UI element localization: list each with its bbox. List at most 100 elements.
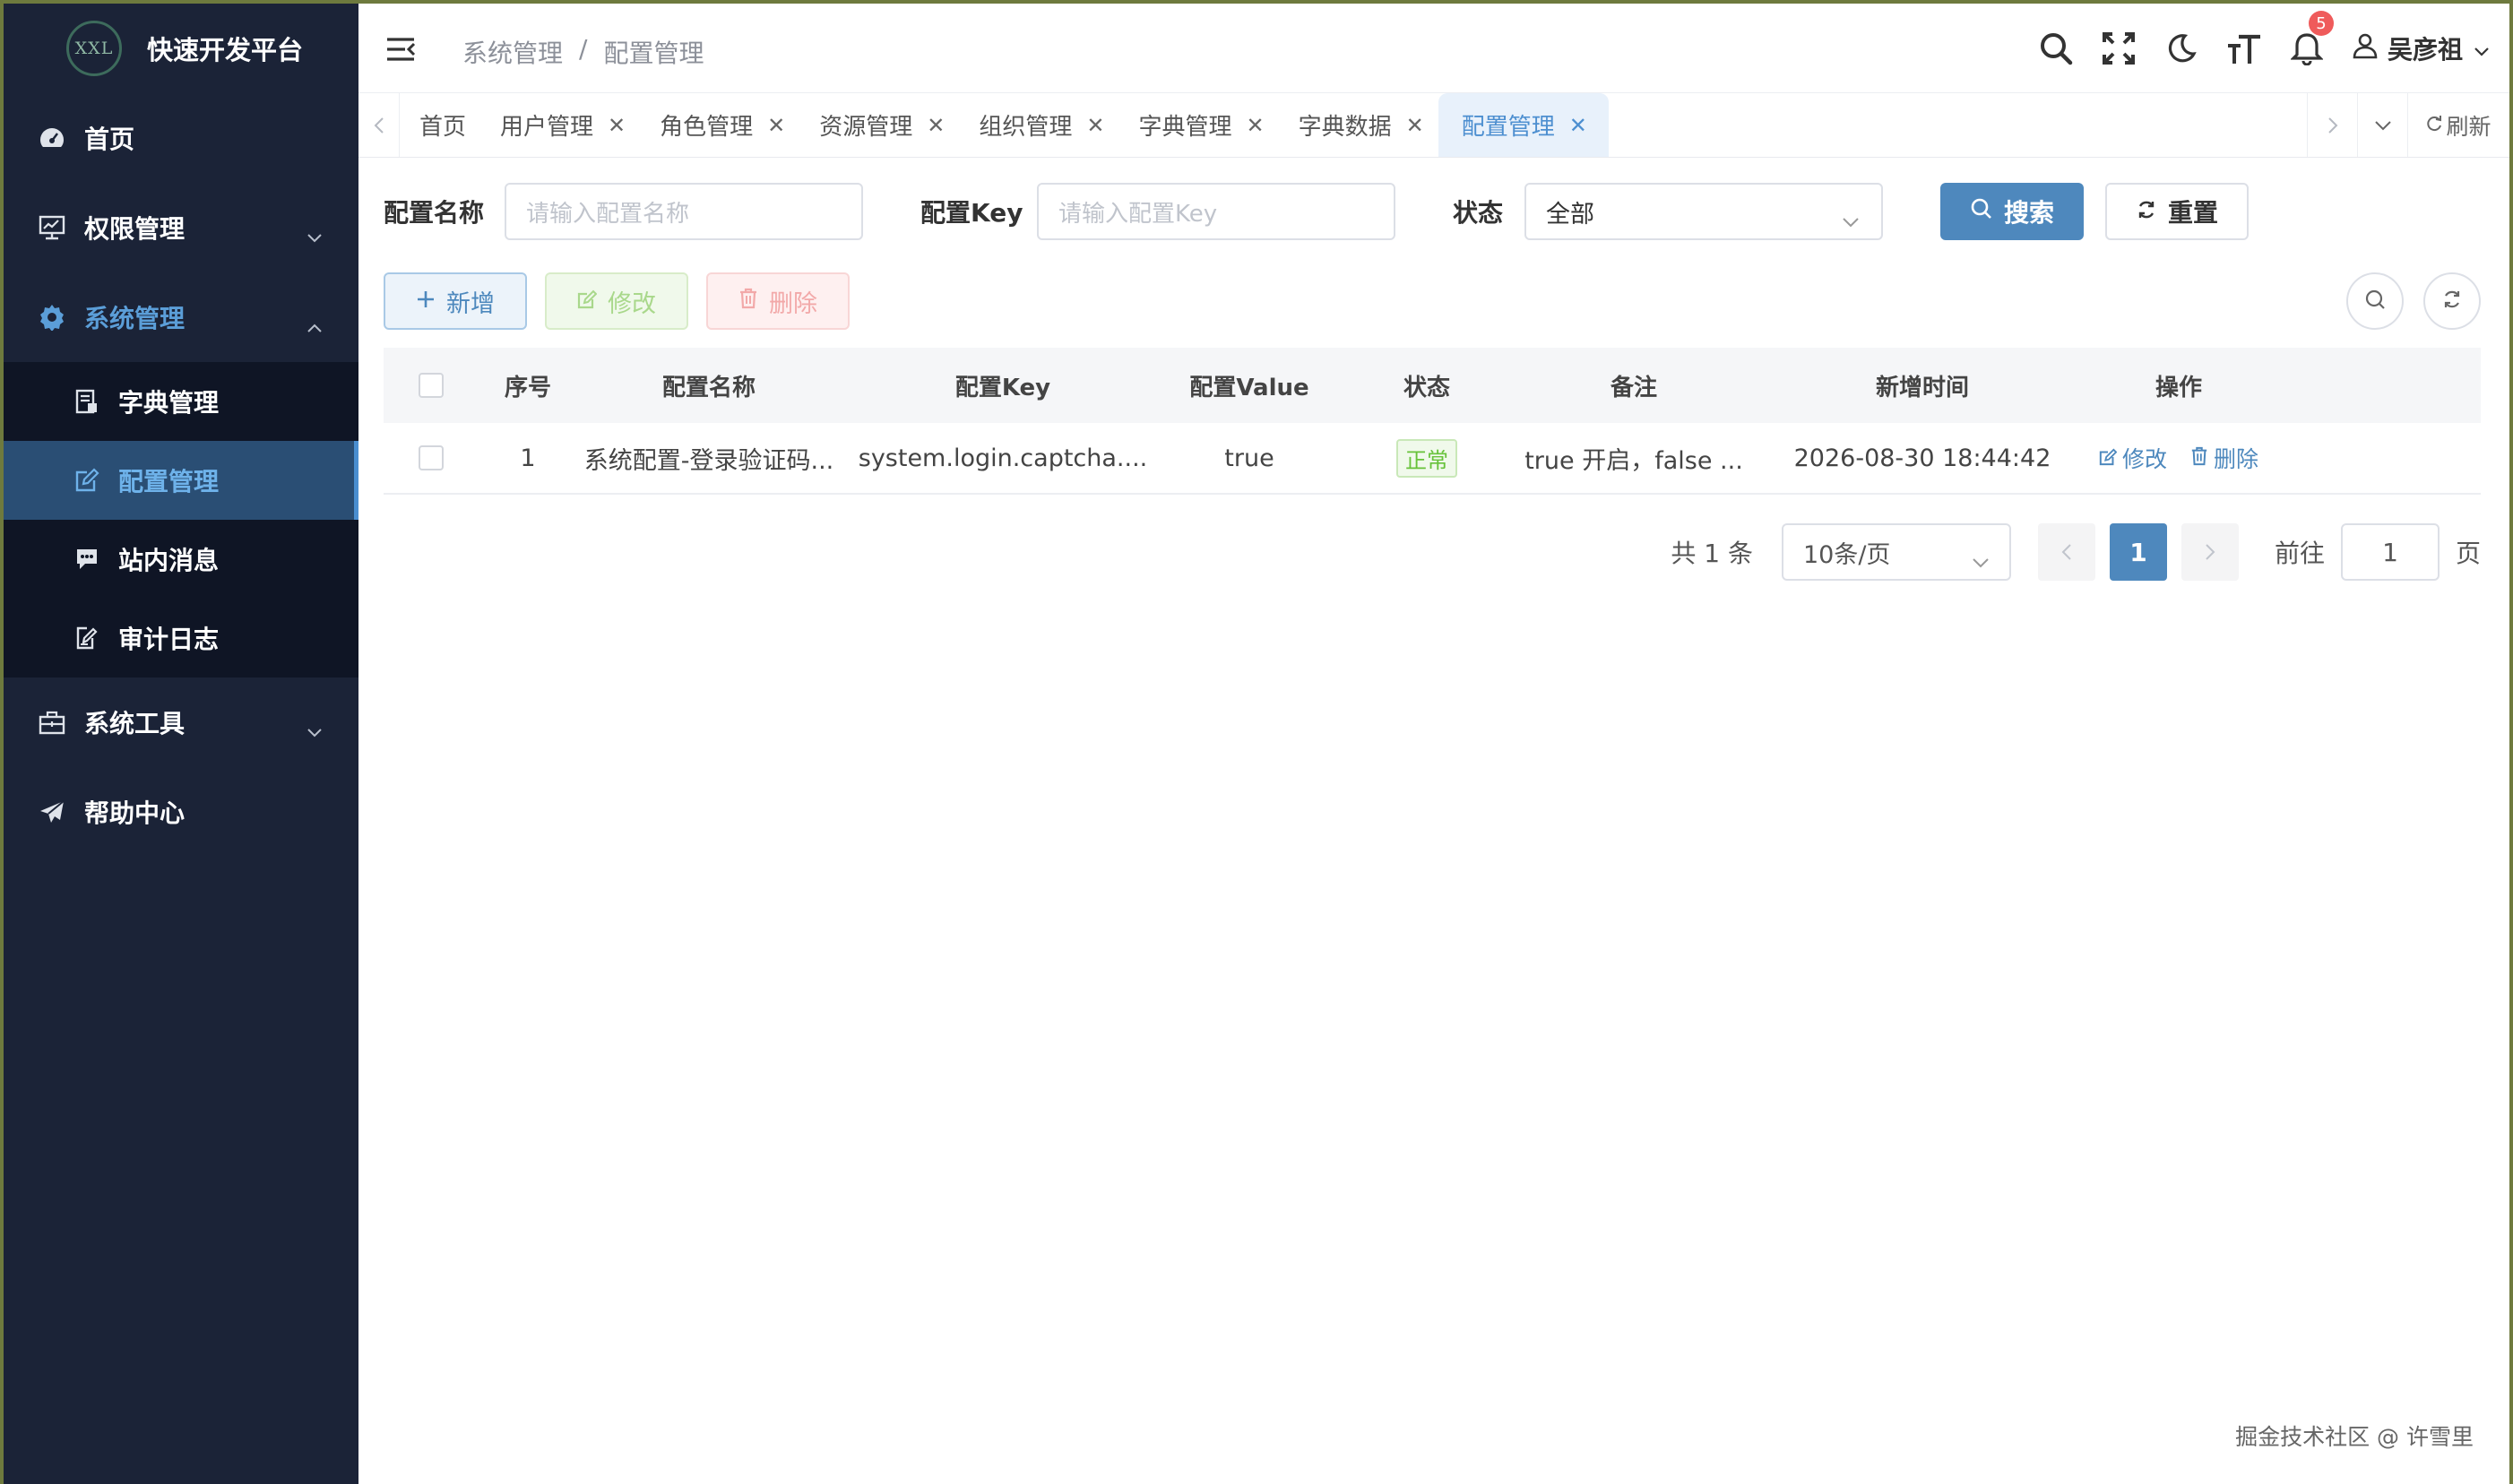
sidebar-item-label: 权限管理 bbox=[84, 214, 186, 244]
tab-label: 用户管理 bbox=[500, 114, 594, 141]
close-icon[interactable]: ✕ bbox=[1569, 113, 1587, 138]
user-menu[interactable]: 吴彦祖 bbox=[2352, 30, 2490, 66]
tabs-menu-chevron-icon[interactable] bbox=[2357, 93, 2407, 157]
sidebar-item-dictionary[interactable]: 字典管理 bbox=[4, 362, 358, 441]
config-name-input[interactable]: 请输入配置名称 bbox=[505, 183, 863, 240]
main-area: 系统管理 / 配置管理 5 吴彦祖 首页 用户管理 ✕ 角色管理 ✕ 资源管理 … bbox=[358, 4, 2509, 1484]
sidebar-item-label: 配置管理 bbox=[118, 467, 220, 496]
chevron-down-icon bbox=[307, 220, 323, 250]
column-header: 新增时间 bbox=[1875, 374, 1969, 401]
tab-home[interactable]: 首页 bbox=[400, 93, 480, 157]
row-checkbox[interactable] bbox=[419, 445, 444, 470]
tab-config[interactable]: 配置管理 ✕ bbox=[1438, 93, 1609, 157]
select-all-cell bbox=[384, 373, 479, 398]
sidebar: XXL 快速开发平台 首页 权限管理 系统管理 字典管理 配置管理 站内消息 审… bbox=[4, 4, 358, 1484]
reset-button[interactable]: 重置 bbox=[2105, 183, 2249, 240]
tab-roles[interactable]: 角色管理 ✕ bbox=[640, 93, 799, 157]
breadcrumb-separator: / bbox=[579, 34, 588, 64]
refresh-table-button[interactable] bbox=[2423, 272, 2481, 330]
trash-icon bbox=[738, 288, 758, 315]
tabs-scroll-left-icon[interactable] bbox=[358, 93, 400, 157]
sidebar-toggle-icon[interactable] bbox=[385, 36, 418, 63]
edit-button-label: 修改 bbox=[608, 289, 656, 318]
breadcrumb-item-config: 配置管理 bbox=[603, 39, 704, 68]
breadcrumb-item-system[interactable]: 系统管理 bbox=[462, 34, 563, 70]
close-icon[interactable]: ✕ bbox=[1406, 113, 1424, 138]
prev-page-button[interactable] bbox=[2037, 523, 2095, 581]
sidebar-item-tools[interactable]: 系统工具 bbox=[4, 677, 358, 767]
page-number-current[interactable]: 1 bbox=[2109, 523, 2167, 581]
tabs-refresh-button[interactable]: 刷新 bbox=[2407, 93, 2509, 157]
tab-dictionary-data[interactable]: 字典数据 ✕ bbox=[1279, 93, 1438, 157]
refresh-label: 刷新 bbox=[2446, 113, 2491, 140]
close-icon[interactable]: ✕ bbox=[608, 113, 626, 138]
page-size-value: 10条/页 bbox=[1802, 540, 1891, 569]
sidebar-item-label: 站内消息 bbox=[118, 546, 220, 575]
gear-icon bbox=[38, 303, 66, 332]
dark-mode-icon[interactable] bbox=[2163, 30, 2199, 66]
next-page-button[interactable] bbox=[2181, 523, 2239, 581]
row-edit-link[interactable]: 修改 bbox=[2099, 442, 2167, 474]
sidebar-item-label: 首页 bbox=[84, 125, 135, 154]
chevron-down-icon bbox=[1972, 547, 1990, 574]
tab-resources[interactable]: 资源管理 ✕ bbox=[799, 93, 959, 157]
config-key-input[interactable]: 请输入配置Key bbox=[1037, 183, 1395, 240]
system-submenu: 字典管理 配置管理 站内消息 审计日志 bbox=[4, 362, 358, 677]
sidebar-item-config[interactable]: 配置管理 bbox=[4, 441, 358, 520]
tabs-scroll-right-icon[interactable] bbox=[2307, 93, 2357, 157]
refresh-icon bbox=[2441, 289, 2463, 314]
column-header: 备注 bbox=[1610, 374, 1657, 401]
page-size-select[interactable]: 10条/页 bbox=[1781, 523, 2011, 581]
reset-button-label: 重置 bbox=[2167, 198, 2218, 228]
cell-key: system.login.captcha.... bbox=[858, 444, 1148, 472]
sidebar-item-label: 字典管理 bbox=[118, 388, 220, 418]
tab-organizations[interactable]: 组织管理 ✕ bbox=[959, 93, 1118, 157]
tab-users[interactable]: 用户管理 ✕ bbox=[480, 93, 640, 157]
goto-page-input[interactable]: 1 bbox=[2340, 523, 2440, 581]
tab-label: 字典数据 bbox=[1298, 114, 1392, 141]
tab-dictionary[interactable]: 字典管理 ✕ bbox=[1119, 93, 1279, 157]
breadcrumb: 系统管理 / 配置管理 bbox=[462, 34, 704, 70]
delete-button[interactable]: 删除 bbox=[706, 272, 850, 330]
bell-icon[interactable]: 5 bbox=[2289, 11, 2334, 66]
search-icon[interactable] bbox=[2038, 30, 2074, 66]
add-button[interactable]: 新增 bbox=[384, 272, 527, 330]
status-label: 状态 bbox=[1453, 198, 1504, 228]
column-header: 配置Key bbox=[954, 374, 1051, 401]
font-size-icon[interactable] bbox=[2226, 30, 2262, 66]
tab-label: 首页 bbox=[419, 114, 467, 141]
close-icon[interactable]: ✕ bbox=[767, 113, 785, 138]
close-icon[interactable]: ✕ bbox=[1086, 113, 1104, 138]
sidebar-item-system[interactable]: 系统管理 bbox=[4, 272, 358, 362]
logo-mark: XXL bbox=[66, 21, 122, 76]
edit-button[interactable]: 修改 bbox=[545, 272, 688, 330]
toggle-search-button[interactable] bbox=[2346, 272, 2404, 330]
sidebar-item-home[interactable]: 首页 bbox=[4, 93, 358, 183]
cell-operations: 修改 删除 bbox=[2097, 442, 2260, 474]
status-select[interactable]: 全部 bbox=[1524, 183, 1883, 240]
book-icon bbox=[73, 388, 100, 415]
sidebar-item-audit-log[interactable]: 审计日志 bbox=[4, 599, 358, 677]
column-header: 操作 bbox=[2155, 374, 2202, 401]
close-icon[interactable]: ✕ bbox=[927, 113, 945, 138]
logo[interactable]: XXL 快速开发平台 bbox=[4, 4, 358, 93]
tab-label: 配置管理 bbox=[1461, 114, 1555, 141]
sidebar-item-permissions[interactable]: 权限管理 bbox=[4, 183, 358, 272]
select-all-checkbox[interactable] bbox=[419, 373, 444, 398]
page-suffix: 页 bbox=[2455, 539, 2481, 568]
row-delete-link[interactable]: 删除 bbox=[2190, 442, 2258, 474]
tab-label: 组织管理 bbox=[979, 114, 1073, 141]
app-window: XXL 快速开发平台 首页 权限管理 系统管理 字典管理 配置管理 站内消息 审… bbox=[4, 4, 2509, 1484]
cell-created: 2026-08-30 18:44:42 bbox=[1793, 444, 2051, 472]
cell-value: true bbox=[1224, 444, 1274, 472]
goto-page-value: 1 bbox=[2382, 537, 2398, 567]
status-badge: 正常 bbox=[1396, 438, 1457, 478]
search-button[interactable]: 搜索 bbox=[1940, 183, 2084, 240]
sidebar-item-messages[interactable]: 站内消息 bbox=[4, 520, 358, 599]
close-icon[interactable]: ✕ bbox=[1247, 113, 1265, 138]
watermark: 掘金技术社区 @ 许雪里 bbox=[2235, 1424, 2474, 1450]
table-row[interactable]: 1 系统配置-登录验证码... system.login.captcha....… bbox=[384, 423, 2481, 495]
sidebar-item-help[interactable]: 帮助中心 bbox=[4, 767, 358, 857]
column-header: 配置名称 bbox=[661, 374, 756, 401]
fullscreen-icon[interactable] bbox=[2101, 30, 2137, 66]
